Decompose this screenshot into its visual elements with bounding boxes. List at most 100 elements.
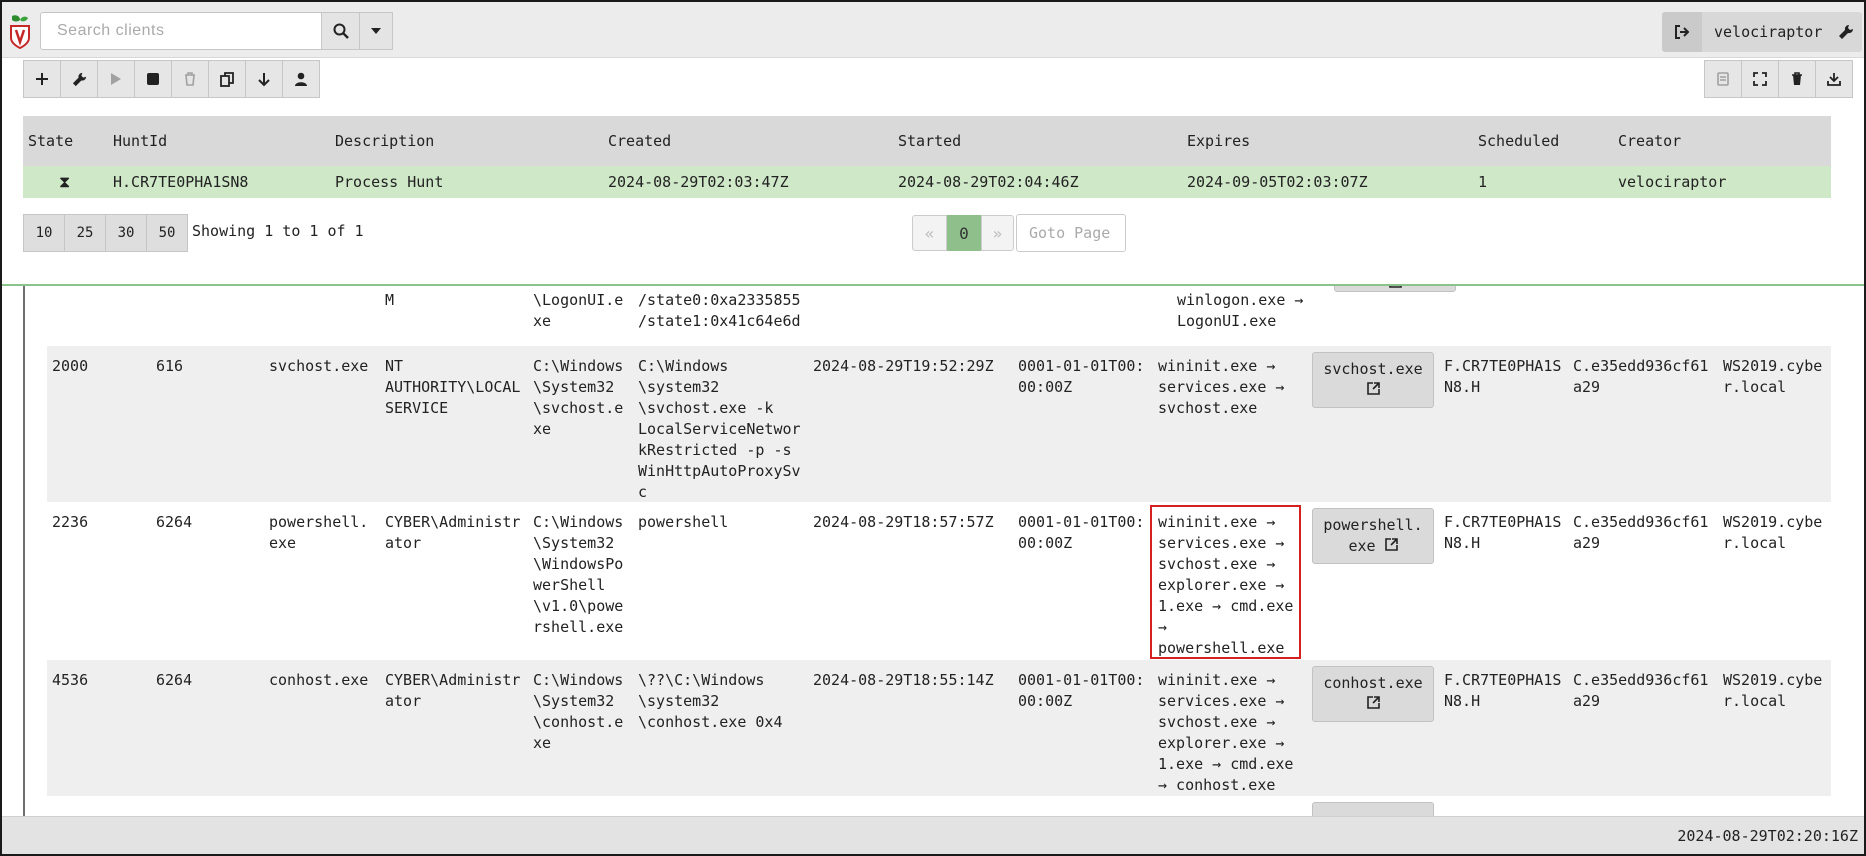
fullscreen-button[interactable] [1741, 60, 1779, 98]
cell-hostname: WS2019.cybe r.local [1723, 357, 1823, 396]
external-link-icon [1366, 696, 1380, 709]
process-link-button[interactable] [1334, 286, 1456, 292]
page-size-selector: 10 25 30 50 [23, 214, 188, 252]
process-link-button[interactable]: powershell. exe [1312, 508, 1434, 564]
caret-down-icon [371, 28, 381, 34]
cell-create-time: 2024-08-29T18:57:57Z [813, 513, 994, 531]
hunt-description: Process Hunt [335, 173, 444, 191]
hunt-view-toolbar [1704, 60, 1853, 98]
trash-icon [185, 72, 195, 86]
hunt-scheduled: 1 [1478, 173, 1488, 191]
cell-user: M [385, 291, 395, 309]
export-button[interactable] [1815, 60, 1853, 98]
process-link-button[interactable]: conhost.exe [1312, 666, 1434, 722]
cell-create-time: 2024-08-29T18:55:14Z [813, 671, 994, 689]
cell-hostname: WS2019.cybe r.local [1723, 671, 1823, 710]
cell-name: powershell. exe [269, 513, 369, 552]
download-icon [1827, 73, 1841, 86]
play-icon [111, 73, 121, 85]
col-creator[interactable]: Creator [1618, 116, 1681, 166]
download-hunt-button[interactable] [245, 60, 283, 98]
stop-hunt-button[interactable] [134, 60, 172, 98]
username-label[interactable]: velociraptor [1702, 23, 1830, 41]
cell-user: NT AUTHORITY\LOCAL SERVICE [385, 357, 521, 417]
notebook-icon [1717, 72, 1729, 86]
showing-count: Showing 1 to 1 of 1 [192, 222, 364, 240]
process-link-button[interactable] [1312, 802, 1434, 816]
server-time: 2024-08-29T02:20:16Z [1677, 827, 1858, 845]
col-started[interactable]: Started [898, 116, 961, 166]
hunt-created: 2024-08-29T02:03:47Z [608, 173, 789, 191]
cell-path: \LogonUI.e xe [533, 291, 624, 330]
user-icon [295, 72, 307, 86]
current-page[interactable]: 0 [947, 215, 981, 251]
goto-page-input[interactable]: Goto Page [1016, 214, 1126, 252]
col-huntid[interactable]: HuntId [113, 116, 167, 166]
wrench-icon [1839, 24, 1854, 39]
search-clients-input[interactable]: Search clients [40, 12, 322, 50]
process-link-label: powershell. exe [1323, 516, 1423, 555]
cell-ppid: 6264 [156, 671, 193, 689]
cell-pid: 4536 [52, 671, 89, 689]
cell-pid: 2000 [52, 357, 89, 375]
cell-flow-id: F.CR7TE0PHA1S N8.H [1444, 357, 1562, 396]
hunt-started: 2024-08-29T02:04:46Z [898, 173, 1079, 191]
cell-client-id: C.e35edd936cf61 a29 [1573, 671, 1709, 710]
next-page-button[interactable]: » [981, 215, 1014, 251]
cell-user: CYBER\Administr ator [385, 513, 521, 552]
cell-cmdline: powershell [638, 513, 729, 531]
hunt-id: H.CR7TE0PHA1SN8 [113, 173, 249, 191]
cell-create-time: 2024-08-29T19:52:29Z [813, 357, 994, 375]
delete-hunt-button[interactable] [171, 60, 209, 98]
velociraptor-logo-icon[interactable] [8, 12, 32, 50]
page-navigation: « 0 » Goto Page [912, 214, 1126, 252]
search-dropdown-button[interactable] [359, 12, 393, 50]
hunt-expires: 2024-09-05T02:03:07Z [1187, 173, 1368, 191]
hunt-row[interactable]: ⧗ H.CR7TE0PHA1SN8 Process Hunt 2024-08-2… [23, 166, 1831, 198]
table-row [47, 796, 1831, 816]
page-size-25[interactable]: 25 [64, 214, 106, 252]
page-size-50[interactable]: 50 [146, 214, 188, 252]
search-button[interactable] [321, 12, 360, 50]
page-size-30[interactable]: 30 [105, 214, 147, 252]
arrow-down-icon [258, 72, 270, 86]
new-hunt-button[interactable] [23, 60, 61, 98]
external-link-icon [1366, 382, 1380, 395]
cell-call-chain: wininit.exe → services.exe → svchost.exe… [1158, 513, 1294, 657]
cell-call-chain: svchost.exe → winlogon.exe → LogonUI.exe [1177, 286, 1304, 330]
cell-call-chain: wininit.exe → services.exe → svchost.exe [1158, 357, 1285, 417]
cell-call-chain: wininit.exe → services.exe → svchost.exe… [1158, 671, 1294, 794]
notebook-button[interactable] [1704, 60, 1742, 98]
col-state[interactable]: State [28, 116, 73, 166]
hunt-toolbar [23, 60, 320, 98]
col-description[interactable]: Description [335, 116, 434, 166]
col-created[interactable]: Created [608, 116, 671, 166]
copy-hunt-button[interactable] [208, 60, 246, 98]
cell-name: svchost.exe [269, 357, 369, 375]
page-size-10[interactable]: 10 [23, 214, 65, 252]
cell-ppid: 616 [156, 357, 184, 375]
prev-page-button[interactable]: « [912, 215, 947, 251]
table-row: 2000 616 svchost.exe NT AUTHORITY\LOCAL … [47, 346, 1831, 502]
cell-exit-time: 0001-01-01T00: 00:00Z [1018, 671, 1145, 710]
cell-hostname: WS2019.cybe r.local [1723, 513, 1823, 552]
hunts-table-header: State HuntId Description Created Started… [23, 116, 1831, 166]
search-icon [333, 23, 349, 39]
stop-icon [147, 73, 159, 85]
user-button[interactable] [282, 60, 320, 98]
logout-button[interactable] [1662, 12, 1702, 52]
cell-client-id: C.e35edd936cf61 a29 [1573, 357, 1709, 396]
process-link-button[interactable]: svchost.exe [1312, 352, 1434, 408]
wrench-icon [72, 72, 86, 86]
cell-path: C:\Windows \System32 \WindowsPo werShell… [533, 513, 624, 636]
cell-user: CYBER\Administr ator [385, 671, 521, 710]
run-hunt-button[interactable] [97, 60, 135, 98]
copy-icon [220, 71, 234, 87]
cell-name: conhost.exe [269, 671, 369, 689]
delete-button[interactable] [1778, 60, 1816, 98]
cell-cmdline: C:\Windows \system32 \svchost.exe -k Loc… [638, 357, 801, 501]
user-settings-button[interactable] [1830, 12, 1862, 52]
edit-hunt-button[interactable] [60, 60, 98, 98]
col-expires[interactable]: Expires [1187, 116, 1250, 166]
col-scheduled[interactable]: Scheduled [1478, 116, 1559, 166]
